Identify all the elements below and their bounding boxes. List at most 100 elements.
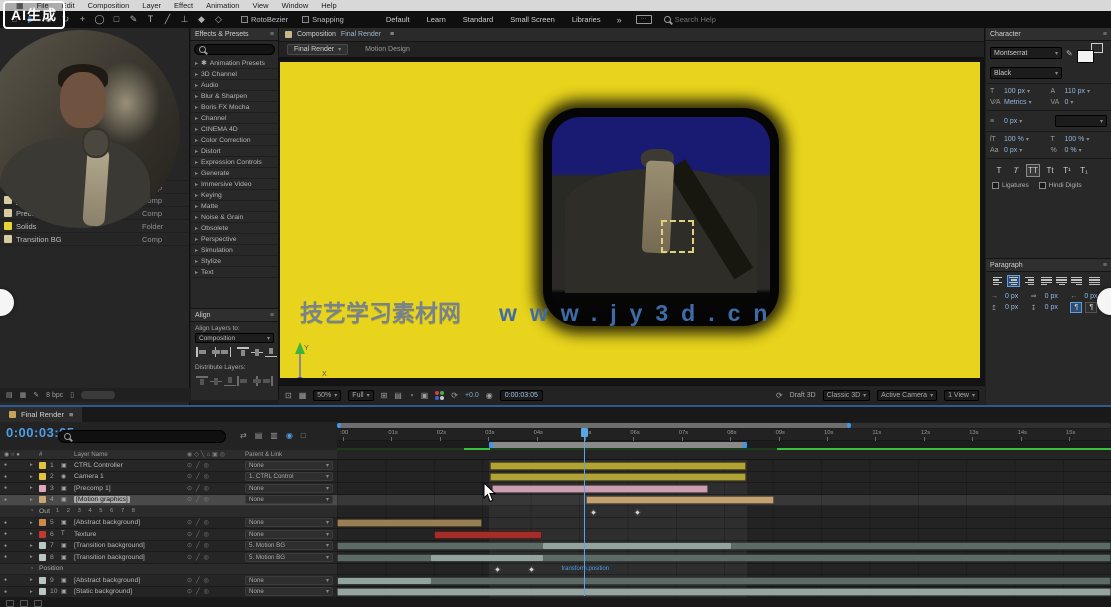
stopwatch-icon[interactable]: ◔ <box>30 566 39 572</box>
tool-icon-12[interactable]: ◇ <box>210 14 227 25</box>
video-toggle[interactable]: ● <box>0 474 30 480</box>
comp-mini-flowchart-icon[interactable]: ⇄ <box>240 431 247 440</box>
tool-icon-7[interactable]: ✎ <box>125 14 142 25</box>
parent-link-dropdown[interactable]: None▾ <box>245 461 337 470</box>
font-family-dropdown[interactable]: Montserrat ▾ <box>990 47 1062 59</box>
workspace-default[interactable]: Default <box>386 15 410 24</box>
frame-blending-icon[interactable]: ◉ <box>286 431 293 440</box>
leading-field[interactable]: A110 px▾ <box>1051 88 1108 95</box>
twirl-icon[interactable]: ▸ <box>195 93 198 100</box>
renderer-dropdown[interactable]: Classic 3D ▾ <box>823 390 870 401</box>
parent-link-value[interactable]: 5. Motion BG▾ <box>245 541 333 550</box>
tool-icon-5[interactable]: ◯ <box>91 14 108 25</box>
transparency-grid-icon[interactable]: ▤ <box>394 391 402 400</box>
guides-icon[interactable]: ▣ <box>421 391 429 400</box>
view-layout-dropdown[interactable]: 1 View ▾ <box>944 390 979 401</box>
menu-item-window[interactable]: Window <box>282 1 309 10</box>
layer-duration-row[interactable] <box>337 529 1111 541</box>
layer-duration-row[interactable] <box>337 495 1111 507</box>
resolution-dropdown[interactable]: Full ▾ <box>348 390 373 401</box>
exposure-value[interactable]: +0.0 <box>465 392 479 399</box>
project-item[interactable]: Transition BGComp <box>0 233 190 246</box>
keyframe-diamond[interactable] <box>590 508 597 515</box>
layer-duration-bar[interactable] <box>337 577 1111 585</box>
panel-menu-icon[interactable]: ≡ <box>270 312 274 319</box>
layer-name[interactable]: Camera 1 <box>74 473 187 480</box>
layer-row[interactable]: ●▸8▣[Transition background]⊙╱◎5. Motion … <box>0 552 337 564</box>
distribute-r-button[interactable] <box>265 376 273 386</box>
effects-search-box[interactable] <box>194 44 275 55</box>
effect-category[interactable]: ▸3D Channel <box>191 69 278 80</box>
tool-icon-8[interactable]: T <box>142 14 159 25</box>
layer-duration-row[interactable] <box>337 518 1111 530</box>
ligatures-checkbox[interactable]: Ligatures <box>992 182 1029 189</box>
layer-row[interactable]: ●▸5▣[Abstract background]⊙╱◎None▾ <box>0 518 337 530</box>
twirl-icon[interactable]: ▸ <box>195 258 198 265</box>
parent-link-dropdown[interactable]: None▾ <box>245 495 337 504</box>
menu-item-effect[interactable]: Effect <box>174 1 193 10</box>
tool-icon-9[interactable]: ╱ <box>159 14 176 25</box>
layer-duration-bar[interactable] <box>337 588 1111 596</box>
effect-category[interactable]: ▸Boris FX Mocha <box>191 102 278 113</box>
effect-category[interactable]: ▸Noise & Grain <box>191 212 278 223</box>
workspace-standard[interactable]: Standard <box>463 15 493 24</box>
parent-link-column[interactable]: Parent & Link <box>245 451 337 458</box>
preview-toggle-icon[interactable]: ⊡ <box>285 391 292 400</box>
parent-link-dropdown[interactable]: 1. CTRL Control▾ <box>245 472 337 481</box>
draft-3d-icon[interactable]: ▤ <box>255 431 263 440</box>
layer-switches[interactable]: ⊙╱◎ <box>187 462 245 469</box>
keyframe-diamond[interactable] <box>528 566 535 573</box>
faux-style-button-3[interactable]: Tt <box>1043 164 1057 177</box>
parent-link-dropdown[interactable]: 5. Motion BG▾ <box>245 541 337 550</box>
layer-duration-row[interactable] <box>337 587 1111 599</box>
paragraph-align-button-jl[interactable] <box>1039 275 1052 287</box>
align-target-dropdown[interactable]: Composition ▾ <box>195 333 274 343</box>
layer-switches[interactable]: ⊙╱◎ <box>187 519 245 526</box>
layer-row[interactable]: ●▸9▣[Abstract background]⊙╱◎None▾ <box>0 575 337 587</box>
first-line-indent-field[interactable]: ⇒0 px <box>1031 292 1067 300</box>
layer-duration-row[interactable] <box>337 483 1111 495</box>
twirl-icon[interactable]: ▸ <box>195 203 198 210</box>
magnification-dropdown[interactable]: 50% ▾ <box>313 390 341 401</box>
twirl-icon[interactable]: ▸ <box>195 192 198 199</box>
menu-item-composition[interactable]: Composition <box>88 1 130 10</box>
faux-style-button-1[interactable]: T <box>1008 164 1025 177</box>
paragraph-align-button-jc[interactable] <box>1055 275 1068 287</box>
menu-item-help[interactable]: Help <box>321 1 336 10</box>
parent-link-dropdown[interactable]: None▾ <box>245 587 337 596</box>
trash-icon[interactable]: ▯ <box>70 391 74 399</box>
tool-icon-4[interactable]: + <box>74 14 91 25</box>
tool-icon-6[interactable]: □ <box>108 14 125 25</box>
parent-link-value[interactable]: None▾ <box>245 461 333 470</box>
menu-item-layer[interactable]: Layer <box>142 1 161 10</box>
effect-category[interactable]: ▸Immersive Video <box>191 179 278 190</box>
parent-link-dropdown[interactable]: None▾ <box>245 576 337 585</box>
tracking-field[interactable]: VA0▾ <box>1051 99 1108 106</box>
paragraph-align-button-ja[interactable] <box>1087 275 1100 287</box>
parent-link-value[interactable]: None▾ <box>245 530 333 539</box>
effect-category[interactable]: ▸Audio <box>191 80 278 91</box>
layer-label-swatch[interactable] <box>39 485 50 492</box>
twirl-icon[interactable]: ▸ <box>30 577 39 583</box>
layer-switches[interactable]: ⊙╱◎ <box>187 588 245 595</box>
paragraph-panel-header[interactable]: Paragraph ≡ <box>986 259 1111 272</box>
layer-label-swatch[interactable] <box>39 577 50 584</box>
parent-link-dropdown[interactable]: None▾ <box>245 484 337 493</box>
layer-duration-row[interactable] <box>337 575 1111 587</box>
property-row[interactable]: ◔Position <box>0 564 337 576</box>
align-r-button[interactable] <box>224 347 232 357</box>
distribute-t-button[interactable] <box>196 376 204 386</box>
layer-row[interactable]: ●▸2◉Camera 1⊙╱◎1. CTRL Control▾ <box>0 472 337 484</box>
layer-duration-row[interactable] <box>337 541 1111 553</box>
effect-category[interactable]: ▸Perspective <box>191 234 278 245</box>
twirl-icon[interactable]: ▸ <box>30 554 39 560</box>
expand-in-out-icon[interactable] <box>34 600 42 607</box>
text-direction-ltr-button[interactable]: ¶ <box>1070 302 1082 313</box>
horizontal-scale-field[interactable]: T100 %▾ <box>1051 136 1108 143</box>
snapping-checkbox[interactable] <box>302 16 309 23</box>
tool-icon-10[interactable]: ⊥ <box>176 14 193 25</box>
twirl-icon[interactable]: ▸ <box>195 82 198 89</box>
effect-category[interactable]: ▸Keying <box>191 190 278 201</box>
layer-label-swatch[interactable] <box>39 531 50 538</box>
draft-3d-toggle[interactable]: Draft 3D <box>790 392 816 399</box>
